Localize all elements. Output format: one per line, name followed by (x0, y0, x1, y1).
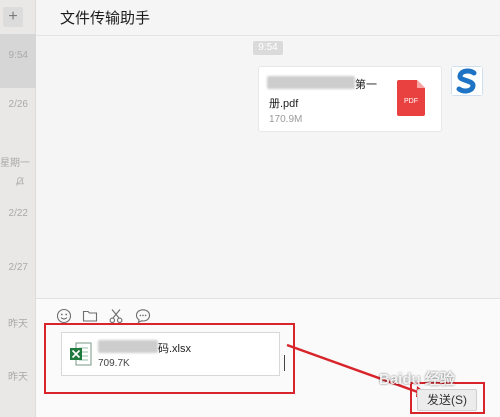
chat-list-item[interactable]: 昨天 (0, 315, 36, 330)
chat-time: 2/26 (8, 99, 28, 110)
chat-list-item[interactable]: 昨天 (0, 368, 36, 383)
pdf-file-icon: PDF (397, 80, 425, 116)
chat-time: 星期一 (0, 158, 30, 169)
chat-time: 2/22 (8, 208, 28, 219)
file-name-line2: 册.pdf (269, 98, 299, 110)
baidu-watermark: Baidu 经验 (379, 371, 455, 388)
message-timestamp: 9:54 (253, 41, 283, 55)
user-avatar[interactable] (451, 66, 483, 96)
chat-time: 9:54 (8, 50, 28, 61)
file-name-line1: 第一 (355, 79, 377, 91)
scissors-icon[interactable] (108, 308, 124, 324)
add-chat-button[interactable]: + (3, 7, 23, 27)
avatar-s-logo-icon (452, 67, 482, 95)
emoji-icon[interactable] (56, 308, 72, 324)
attachment-highlight-box (44, 323, 295, 394)
mute-bell-icon (16, 177, 24, 186)
file-message-card[interactable]: 第一 册.pdf 170.9M PDF (258, 66, 442, 132)
chat-list-item[interactable]: 2/26 (0, 99, 36, 110)
send-button[interactable]: 发送(S) (417, 389, 477, 411)
file-size: 170.9M (269, 114, 303, 125)
chat-header: 文件传输助手 (36, 0, 500, 36)
chat-bubble-icon[interactable] (135, 308, 151, 324)
pdf-icon-label: PDF (404, 98, 418, 105)
chat-title: 文件传输助手 (60, 10, 151, 27)
folder-icon[interactable] (82, 308, 98, 324)
blurred-filename (267, 76, 355, 89)
chat-time: 昨天 (8, 319, 28, 330)
chat-list-item[interactable]: 2/22 (0, 208, 36, 219)
chat-list-sidebar: + 9:54 2/26 星期一 2/22 2/27 昨天 昨天 (0, 0, 36, 417)
chat-list-item[interactable]: 2/27 (0, 262, 36, 273)
chat-time: 2/27 (8, 262, 28, 273)
chat-time: 昨天 (8, 372, 28, 383)
chat-list-item[interactable]: 9:54 (0, 34, 36, 88)
chat-list-item[interactable]: 星期一 (0, 154, 36, 169)
